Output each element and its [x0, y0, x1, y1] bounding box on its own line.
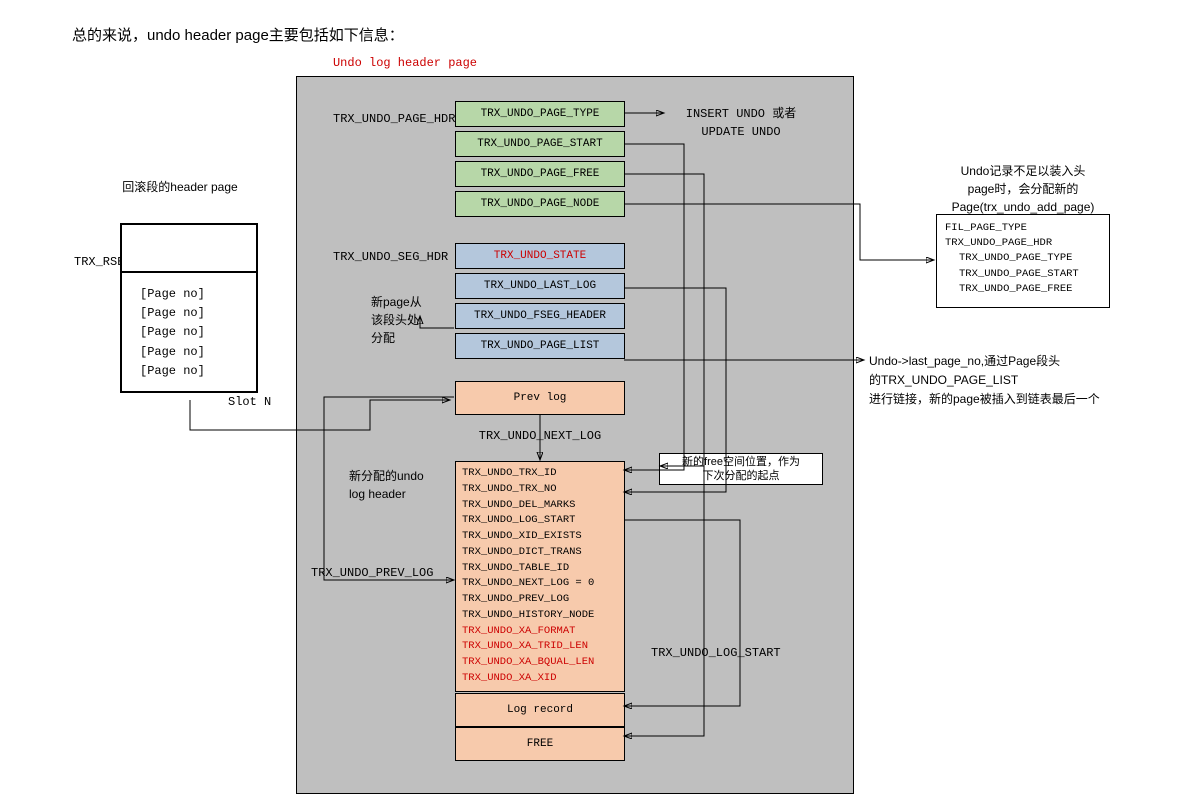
page-hdr-stack: TRX_UNDO_PAGE_TYPE TRX_UNDO_PAGE_START TRX… — [455, 101, 625, 217]
canvas: 总的来说，undo header page主要包括如下信息： Undo log … — [0, 0, 1179, 801]
tail-stack: Log recordFREE — [455, 693, 625, 761]
rseg-slot: [Page no] — [140, 285, 248, 304]
add-page-row: TRX_UNDO_PAGE_FREE — [945, 282, 1101, 297]
log-hdr-row: TRX_UNDO_TRX_ID — [462, 466, 618, 482]
seg-hdr-row: TRX_UNDO_FSEG_HEADER — [455, 303, 625, 329]
add-page-row: FIL_PAGE_TYPE — [945, 221, 1101, 236]
add-page-row: TRX_UNDO_PAGE_START — [945, 267, 1101, 282]
log-hdr-row: TRX_UNDO_PREV_LOG — [462, 592, 618, 608]
insert-update-label: INSERT UNDO 或者 UPDATE UNDO — [663, 105, 819, 141]
log-hdr-row: TRX_UNDO_XA_XID — [462, 671, 618, 687]
undo-header-caption: Undo log header page — [296, 56, 514, 70]
seg-hdr-row: TRX_UNDO_LAST_LOG — [455, 273, 625, 299]
log-hdr-row: TRX_UNDO_TABLE_ID — [462, 561, 618, 577]
log-hdr-row: TRX_UNDO_DICT_TRANS — [462, 545, 618, 561]
rseg-box: [Page no][Page no][Page no][Page no][Pag… — [120, 223, 258, 393]
add-page-row: TRX_UNDO_PAGE_HDR — [945, 236, 1101, 251]
free-pos-note: 新的free空间位置，作为 下次分配的起点 — [659, 453, 823, 485]
page-hdr-row: TRX_UNDO_PAGE_NODE — [455, 191, 625, 217]
log-hdr-row: TRX_UNDO_XID_EXISTS — [462, 529, 618, 545]
rseg-slot: [Page no] — [140, 304, 248, 323]
seg-hdr-row: TRX_UNDO_PAGE_LIST — [455, 333, 625, 359]
rseg-slot: [Page no] — [140, 343, 248, 362]
rseg-slots: [Page no][Page no][Page no][Page no][Pag… — [120, 271, 258, 393]
log-hdr-row: TRX_UNDO_XA_BQUAL_LEN — [462, 655, 618, 671]
new-loghdr-label: 新分配的undo log header — [349, 467, 424, 503]
tail-row: FREE — [455, 727, 625, 761]
next-log-label: TRX_UNDO_NEXT_LOG — [457, 429, 623, 443]
log-hdr-row: TRX_UNDO_NEXT_LOG = 0 — [462, 576, 618, 592]
log-hdr-row: TRX_UNDO_LOG_START — [462, 513, 618, 529]
undo-log-header-box: TRX_UNDO_TRX_IDTRX_UNDO_TRX_NOTRX_UNDO_D… — [455, 461, 625, 692]
page-hdr-label: TRX_UNDO_PAGE_HDR — [333, 112, 455, 126]
log-hdr-row: TRX_UNDO_XA_TRID_LEN — [462, 639, 618, 655]
rseg-slot: [Page no] — [140, 362, 248, 381]
rseg-slot: [Page no] — [140, 323, 248, 342]
add-page-box: FIL_PAGE_TYPETRX_UNDO_PAGE_HDRTRX_UNDO_P… — [936, 214, 1110, 308]
slot-n-label: Slot N — [228, 395, 271, 409]
new-page-label: 新page从 该段头处 分配 — [371, 293, 422, 347]
seg-hdr-label: TRX_UNDO_SEG_HDR — [333, 250, 448, 264]
page-hdr-row: TRX_UNDO_PAGE_START — [455, 131, 625, 157]
prev-log-label: TRX_UNDO_PREV_LOG — [311, 566, 433, 580]
last-page-no-label: Undo->last_page_no,通过Page段头 的TRX_UNDO_PA… — [869, 352, 1100, 410]
seg-hdr-stack: TRX_UNDO_STATE TRX_UNDO_LAST_LOG TRX_UNDO_… — [455, 243, 625, 359]
rseg-top — [120, 223, 258, 271]
page-hdr-row: TRX_UNDO_PAGE_FREE — [455, 161, 625, 187]
add-page-row: TRX_UNDO_PAGE_TYPE — [945, 251, 1101, 266]
log-hdr-row: TRX_UNDO_TRX_NO — [462, 482, 618, 498]
page-hdr-row: TRX_UNDO_PAGE_TYPE — [455, 101, 625, 127]
page-title: 总的来说，undo header page主要包括如下信息： — [72, 24, 404, 45]
undo-header-page-panel: TRX_UNDO_PAGE_HDR TRX_UNDO_PAGE_TYPETRX_… — [296, 76, 854, 794]
log-hdr-row: TRX_UNDO_XA_FORMAT — [462, 624, 618, 640]
log-start-label: TRX_UNDO_LOG_START — [651, 646, 781, 660]
log-hdr-row: TRX_UNDO_HISTORY_NODE — [462, 608, 618, 624]
log-hdr-row: TRX_UNDO_DEL_MARKS — [462, 498, 618, 514]
prev-log-box: Prev log — [455, 381, 625, 415]
seg-hdr-row: TRX_UNDO_STATE — [455, 243, 625, 269]
rseg-caption: 回滚段的header page — [120, 178, 240, 195]
add-page-caption: Undo记录不足以装入头 page时，会分配新的 Page(trx_undo_a… — [936, 162, 1110, 216]
tail-row: Log record — [455, 693, 625, 727]
